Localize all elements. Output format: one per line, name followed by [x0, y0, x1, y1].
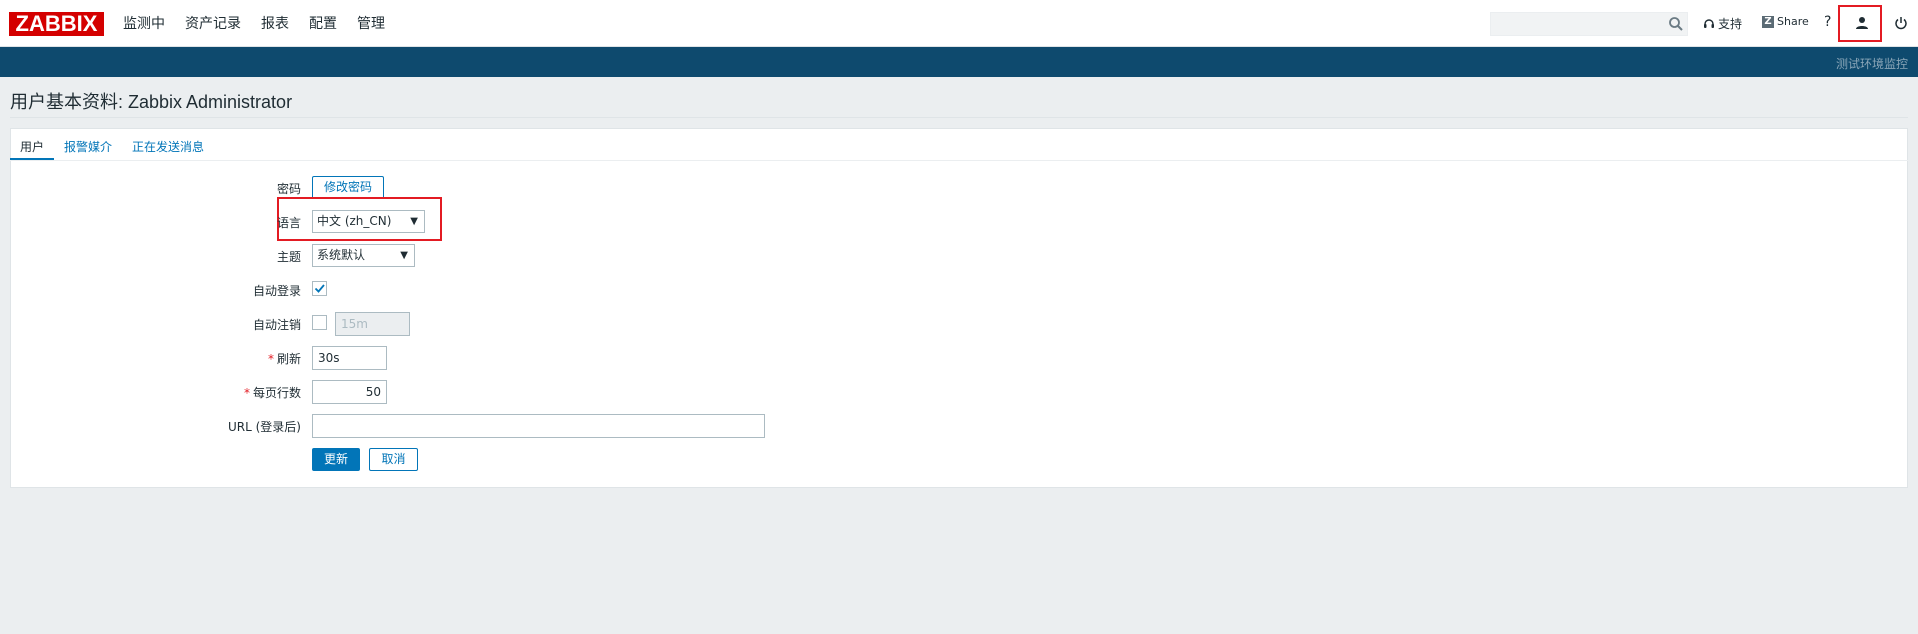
sign-out-icon[interactable]: [1893, 15, 1909, 31]
theme-dropdown-icon: ▼: [400, 250, 408, 261]
tab-divider: [10, 160, 1908, 161]
tab-messaging[interactable]: 正在发送消息: [122, 128, 214, 161]
theme-select[interactable]: 系统默认 ▼: [312, 244, 415, 267]
language-select-value: 中文 (zh_CN): [317, 214, 392, 228]
share-label: Share: [1777, 15, 1809, 28]
rows-per-page-input[interactable]: 50: [312, 380, 387, 404]
help-icon[interactable]: ?: [1824, 14, 1831, 30]
theme-label: 主题: [276, 250, 301, 264]
menu-item-configuration[interactable]: 配置: [299, 14, 347, 34]
update-button[interactable]: 更新: [312, 448, 360, 471]
profile-tabs: 用户 报警媒介 正在发送消息: [10, 128, 214, 162]
autologout-checkbox[interactable]: [312, 315, 327, 330]
support-link[interactable]: 支持: [1703, 15, 1742, 32]
search-input[interactable]: [1490, 12, 1688, 36]
menu-item-administration[interactable]: 管理: [347, 14, 395, 34]
language-label: 语言: [276, 216, 301, 230]
change-password-button[interactable]: 修改密码: [312, 176, 384, 199]
page-title: 用户基本资料: Zabbix Administrator: [10, 92, 293, 112]
language-select[interactable]: 中文 (zh_CN) ▼: [312, 210, 425, 233]
tab-media[interactable]: 报警媒介: [54, 128, 122, 161]
autologout-label: 自动注销: [252, 318, 301, 332]
main-menu: 监测中 资产记录 报表 配置 管理: [123, 14, 395, 34]
tab-user[interactable]: 用户: [10, 128, 55, 161]
autologin-label: 自动登录: [252, 284, 301, 298]
language-dropdown-icon: ▼: [410, 216, 418, 227]
checkmark-icon: [314, 284, 325, 293]
share-link[interactable]: Z Share: [1762, 15, 1809, 28]
user-profile-icon[interactable]: [1855, 16, 1869, 30]
menu-item-reports[interactable]: 报表: [251, 14, 299, 34]
server-name-bar: 测试环境监控: [0, 47, 1918, 77]
share-icon: Z: [1762, 15, 1774, 28]
zabbix-logo[interactable]: ZABBIX: [9, 12, 104, 36]
autologin-checkbox[interactable]: [312, 281, 327, 296]
refresh-label: * 刷新: [267, 352, 301, 366]
required-marker: *: [267, 352, 274, 366]
headset-icon: [1704, 18, 1714, 28]
refresh-input[interactable]: 30s: [312, 346, 387, 370]
rows-per-page-label: * 每页行数: [243, 386, 301, 400]
url-after-login-label: URL (登录后): [228, 420, 301, 434]
cancel-button[interactable]: 取消: [369, 448, 418, 471]
server-name: 测试环境监控: [1835, 57, 1908, 71]
url-after-login-input[interactable]: [312, 414, 765, 438]
required-marker: *: [243, 386, 250, 400]
autologout-input[interactable]: 15m: [335, 312, 410, 336]
password-label: 密码: [276, 182, 301, 196]
title-divider: [10, 117, 1908, 118]
menu-item-inventory[interactable]: 资产记录: [175, 14, 251, 34]
support-label: 支持: [1718, 17, 1743, 31]
theme-select-value: 系统默认: [317, 248, 366, 262]
menu-item-monitoring[interactable]: 监测中: [123, 14, 175, 34]
top-navigation: ZABBIX 监测中 资产记录 报表 配置 管理 支持 Z Share ?: [0, 0, 1918, 47]
search-icon[interactable]: [1668, 16, 1684, 32]
